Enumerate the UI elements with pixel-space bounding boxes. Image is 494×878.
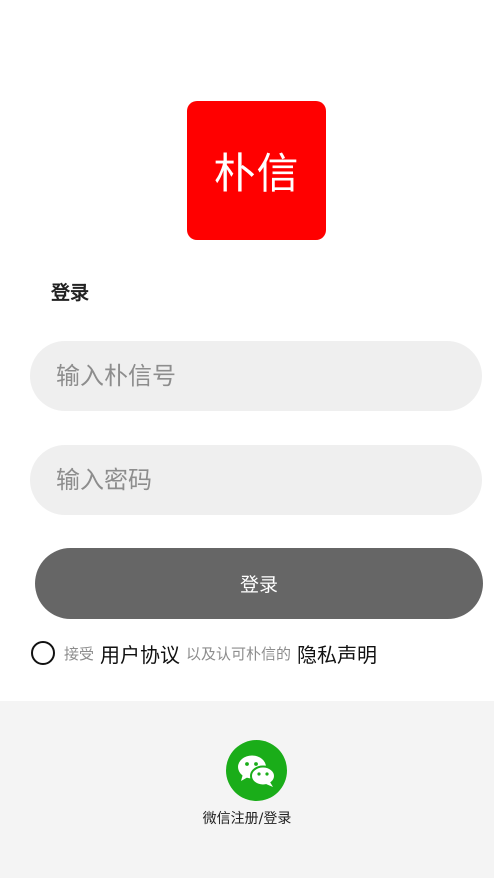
privacy-policy-link[interactable]: 隐私声明 <box>297 639 377 668</box>
third-party-login-panel: 微信注册/登录 <box>0 701 494 878</box>
password-field[interactable] <box>30 445 482 515</box>
agreement-radio[interactable] <box>31 641 55 665</box>
password-input[interactable] <box>56 466 456 494</box>
wechat-icon <box>237 755 276 787</box>
account-input[interactable] <box>56 362 456 390</box>
account-field[interactable] <box>30 341 482 411</box>
user-agreement-link[interactable]: 用户协议 <box>100 639 180 668</box>
login-button[interactable]: 登录 <box>35 548 483 619</box>
agreement-row: 接受 用户协议 以及认可朴信的 隐私声明 <box>31 639 377 668</box>
wechat-login-label: 微信注册/登录 <box>202 811 292 827</box>
wechat-login-button[interactable] <box>226 740 287 801</box>
app-logo: 朴信 <box>187 101 326 240</box>
agreement-middle: 以及认可朴信的 <box>186 644 292 663</box>
app-logo-text: 朴信 <box>213 149 300 198</box>
login-screen: 朴信 登录 登录 接受 用户协议 以及认可朴信的 隐私声明 微信注册/ <box>0 0 494 878</box>
login-title: 登录 <box>51 282 90 304</box>
agreement-prefix: 接受 <box>64 644 95 663</box>
